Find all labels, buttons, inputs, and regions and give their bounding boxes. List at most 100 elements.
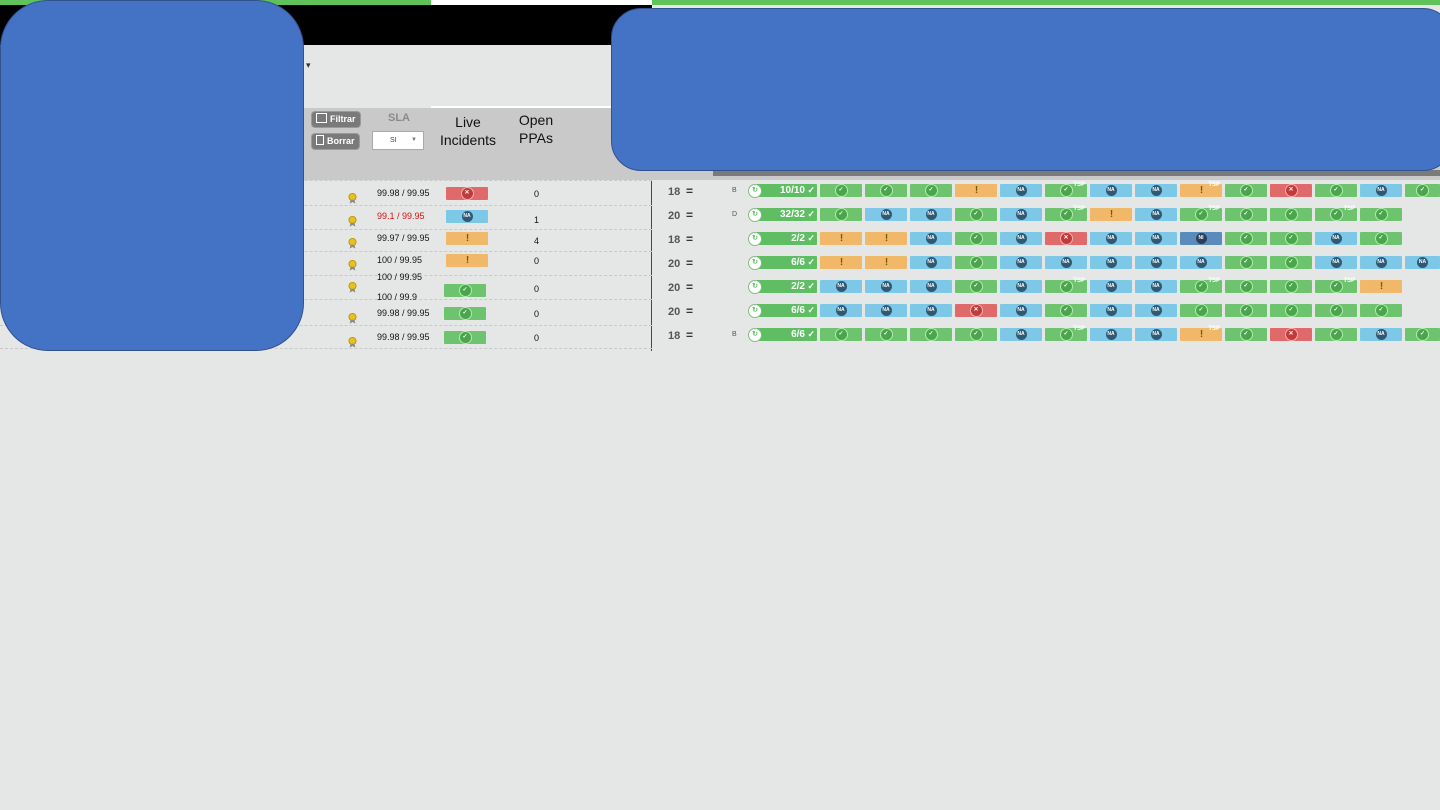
status-cell[interactable]: ✓ bbox=[1360, 304, 1402, 317]
checks-count[interactable]: ↻ 10/10 ✓ bbox=[748, 184, 817, 198]
status-cell[interactable]: ✓ TSP bbox=[1315, 278, 1357, 293]
status-cell[interactable]: NA bbox=[1360, 256, 1402, 269]
status-cell[interactable]: ! bbox=[1360, 280, 1402, 293]
status-cell[interactable]: NA bbox=[1045, 256, 1087, 269]
status-cell[interactable]: ✓ TSP bbox=[1180, 206, 1222, 221]
status-cell[interactable]: NA bbox=[1315, 232, 1357, 245]
status-cell[interactable]: ! bbox=[955, 184, 997, 197]
status-cell[interactable]: NA bbox=[1135, 280, 1177, 293]
status-cell[interactable]: ! bbox=[865, 232, 907, 245]
status-cell[interactable]: NA bbox=[1000, 184, 1042, 197]
status-cell[interactable]: ✕ bbox=[955, 304, 997, 317]
checks-count[interactable]: ↻ 6/6 ✓ bbox=[748, 304, 817, 318]
status-cell[interactable]: NA bbox=[910, 304, 952, 317]
status-cell[interactable]: ✓ bbox=[820, 328, 862, 341]
status-cell[interactable]: NA bbox=[1090, 328, 1132, 341]
status-cell[interactable]: ✓ bbox=[1225, 208, 1267, 221]
sla-select[interactable]: SI ▼ bbox=[372, 131, 424, 150]
status-cell[interactable]: ✓ bbox=[1225, 304, 1267, 317]
status-cell[interactable]: ! bbox=[865, 256, 907, 269]
status-cell[interactable]: ✓ bbox=[865, 328, 907, 341]
status-cell[interactable]: NA bbox=[1090, 232, 1132, 245]
status-cell[interactable]: ✓ bbox=[1405, 328, 1440, 341]
clear-button[interactable]: Borrar bbox=[312, 134, 359, 149]
status-cell[interactable]: ✓ bbox=[1270, 256, 1312, 269]
status-cell[interactable]: ✓ TSP bbox=[1315, 206, 1357, 221]
status-cell[interactable]: NA bbox=[1000, 232, 1042, 245]
status-cell[interactable]: NA bbox=[910, 208, 952, 221]
status-cell[interactable]: NA bbox=[910, 256, 952, 269]
status-cell[interactable]: ✓ TSP bbox=[1045, 206, 1087, 221]
status-cell[interactable]: ✓ bbox=[955, 256, 997, 269]
status-cell[interactable]: ✓ bbox=[1270, 208, 1312, 221]
status-cell[interactable]: NA bbox=[1135, 208, 1177, 221]
status-cell[interactable]: NA bbox=[1000, 304, 1042, 317]
status-cell[interactable]: NA bbox=[1360, 328, 1402, 341]
status-cell[interactable]: NA bbox=[1135, 256, 1177, 269]
status-cell[interactable]: NA bbox=[865, 304, 907, 317]
live-incident-status[interactable]: ✕ bbox=[446, 187, 488, 200]
status-cell[interactable]: NA bbox=[1090, 184, 1132, 197]
status-cell[interactable]: NA bbox=[865, 208, 907, 221]
status-cell[interactable]: ✕ bbox=[1270, 184, 1312, 197]
status-cell[interactable]: ✕ bbox=[1270, 328, 1312, 341]
status-cell[interactable]: ✓ bbox=[910, 328, 952, 341]
status-cell[interactable]: NA bbox=[1135, 328, 1177, 341]
status-cell[interactable]: ✓ bbox=[1225, 328, 1267, 341]
status-cell[interactable]: NA bbox=[1315, 256, 1357, 269]
status-cell[interactable]: NA bbox=[1000, 280, 1042, 293]
status-cell[interactable]: ✓ bbox=[1225, 280, 1267, 293]
status-cell[interactable]: ✓ bbox=[1225, 256, 1267, 269]
status-cell[interactable]: ✕ bbox=[1045, 232, 1087, 245]
status-cell[interactable]: ✓ bbox=[1315, 328, 1357, 341]
live-incident-status[interactable]: ! bbox=[446, 232, 488, 245]
status-cell[interactable]: ✓ TSP bbox=[1045, 326, 1087, 341]
status-cell[interactable]: NA bbox=[910, 232, 952, 245]
status-cell[interactable]: ! bbox=[1090, 208, 1132, 221]
status-cell[interactable]: ✓ bbox=[865, 184, 907, 197]
status-cell[interactable]: NA bbox=[865, 280, 907, 293]
status-cell[interactable]: ✓ bbox=[1270, 304, 1312, 317]
status-cell[interactable]: NA bbox=[820, 304, 862, 317]
status-cell[interactable]: ! bbox=[820, 232, 862, 245]
dropdown-caret-icon[interactable]: ▾ bbox=[306, 60, 311, 71]
status-cell[interactable]: ✓ bbox=[820, 208, 862, 221]
live-incident-status[interactable]: ✓ bbox=[444, 331, 486, 344]
status-cell[interactable]: ! TSP bbox=[1180, 326, 1222, 341]
checks-count[interactable]: ↻ 6/6 ✓ bbox=[748, 256, 817, 270]
status-cell[interactable]: ✓ bbox=[1270, 232, 1312, 245]
status-cell[interactable]: ! TSP bbox=[1180, 182, 1222, 197]
checks-count[interactable]: ↻ 32/32 ✓ bbox=[748, 208, 817, 222]
status-cell[interactable]: NA bbox=[1000, 328, 1042, 341]
status-cell[interactable]: NA bbox=[1090, 304, 1132, 317]
status-cell[interactable]: ✓ bbox=[1360, 232, 1402, 245]
status-cell[interactable]: NA bbox=[1000, 208, 1042, 221]
status-cell[interactable]: ✓ bbox=[1225, 232, 1267, 245]
status-cell[interactable]: ✓ bbox=[1270, 280, 1312, 293]
status-cell[interactable]: ✓ bbox=[1180, 304, 1222, 317]
status-cell[interactable]: ✓ TSP bbox=[1180, 278, 1222, 293]
status-cell[interactable]: NA bbox=[1360, 184, 1402, 197]
status-cell[interactable]: ✓ TSP bbox=[1045, 182, 1087, 197]
status-cell[interactable]: ✓ bbox=[1315, 304, 1357, 317]
status-cell[interactable]: ✓ bbox=[955, 232, 997, 245]
status-cell[interactable]: ✓ TSP bbox=[1045, 278, 1087, 293]
status-cell[interactable]: ✓ bbox=[955, 328, 997, 341]
status-cell[interactable]: ! bbox=[820, 256, 862, 269]
live-incident-status[interactable]: ✓ bbox=[444, 307, 486, 320]
status-cell[interactable]: NA bbox=[910, 280, 952, 293]
status-cell[interactable]: ✓ bbox=[955, 208, 997, 221]
status-cell[interactable]: NA bbox=[1180, 256, 1222, 269]
checks-count[interactable]: ↻ 6/6 ✓ bbox=[748, 328, 817, 342]
status-cell[interactable]: NA bbox=[1090, 280, 1132, 293]
status-cell[interactable]: NA bbox=[1000, 256, 1042, 269]
status-cell[interactable]: NA bbox=[1135, 232, 1177, 245]
checks-count[interactable]: ↻ 2/2 ✓ bbox=[748, 280, 817, 294]
live-incident-status[interactable]: NA bbox=[446, 210, 488, 223]
live-incident-status[interactable]: ✓ bbox=[444, 284, 486, 297]
checks-count[interactable]: ↻ 2/2 ✓ bbox=[748, 232, 817, 246]
status-cell[interactable]: ✓ bbox=[1045, 304, 1087, 317]
status-cell[interactable]: ✓ bbox=[1405, 184, 1440, 197]
status-cell[interactable]: NA bbox=[1405, 256, 1440, 269]
live-incident-status[interactable]: ! bbox=[446, 254, 488, 267]
